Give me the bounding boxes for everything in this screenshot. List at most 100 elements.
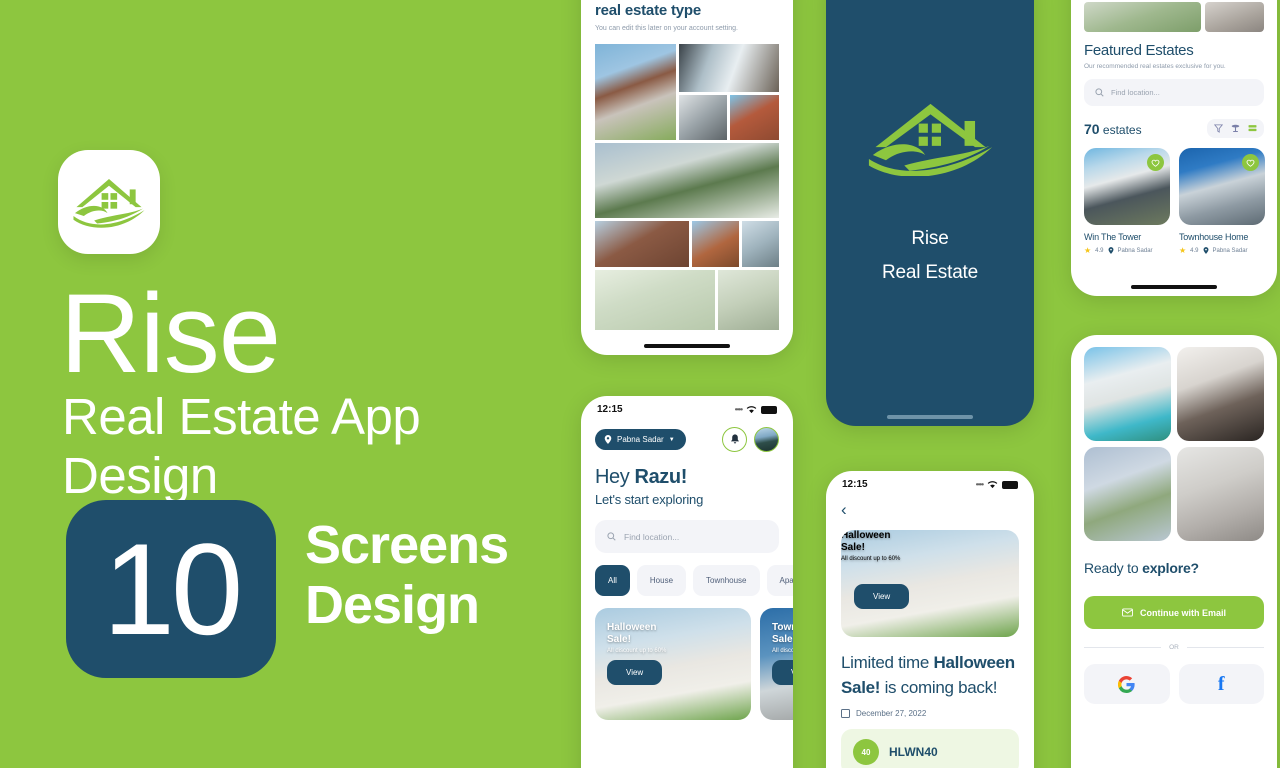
calendar-icon [841,709,850,719]
greeting-subtitle: Let's start exploring [595,492,704,507]
estate-count-label: estates [1099,122,1142,137]
phone-estate-type: real estate type You can edit this later… [581,0,793,355]
headline-pre: Limited time [841,653,934,672]
headline-post: is coming back! [880,677,998,697]
search-input[interactable]: Find location... [1084,79,1264,106]
promo-card[interactable]: Halloween Sale! All discount up to 60% Vi… [595,608,751,720]
featured-subtitle: Our recommended real estates exclusive f… [1084,63,1226,70]
greeting: Hey Razu! [595,466,779,489]
or-label: OR [1169,644,1179,651]
estate-card[interactable]: Townhouse Home ★ 4.9 Pabna Sadar [1179,148,1265,255]
promo-title: Halloween Sale! [607,622,657,645]
google-login-button[interactable] [1084,664,1170,704]
chip-all[interactable]: All [595,565,630,596]
screens-label-line2: Design [305,575,480,635]
estate-photo[interactable] [730,95,779,140]
estate-card[interactable]: Win The Tower ★ 4.9 Pabna Sadar [1084,148,1170,255]
banner-title: Halloween Sale! [841,530,891,553]
bell-icon [730,434,739,444]
header-photo [1205,2,1264,32]
notifications-button[interactable] [722,427,747,452]
banner-subtitle: All discount up to 60% [841,556,901,562]
promo-view-button[interactable]: View [607,660,663,685]
headline-bold2: Sale! [841,677,881,697]
social-login-row: f [1084,664,1264,704]
onboarding-photo [1084,447,1171,541]
hero-panel: Rise Real Estate App Design 10 Screens D… [0,0,560,768]
header-photo-strip [1084,2,1264,32]
avatar[interactable] [754,427,779,452]
screens-label-line1: Screens [305,515,509,575]
estate-location: Pabna Sadar [1117,247,1153,254]
facebook-login-button[interactable]: f [1178,664,1264,704]
estate-count-number: 70 [1084,120,1100,137]
estate-photo[interactable] [679,95,727,140]
promo-code: HLWN40 [889,745,938,760]
category-chips: All House Townhouse Apa [595,565,793,596]
promo-view-button[interactable]: View [772,660,793,685]
estate-name: Win The Tower [1084,232,1142,242]
promo-card[interactable]: TownSale! All discount up to 60% View [760,608,793,720]
app-logo-badge [58,150,160,254]
detail-date: December 27, 2022 [841,709,1019,719]
splash-text: Rise Real Estate [882,222,978,290]
continue-with-email-button[interactable]: Continue with Email [1084,596,1264,629]
estate-photo[interactable] [595,270,715,330]
grid-toggle-icon[interactable] [1248,124,1257,133]
promo-subtitle: All discount up to 60% [772,648,793,654]
estate-photo[interactable] [718,270,779,330]
promo-banner[interactable]: Halloween Sale! All discount up to 60% Vi… [841,530,1019,637]
signal-icon: •••• [734,405,743,414]
splash-line2: Real Estate [881,262,979,283]
search-placeholder: Find location... [624,531,680,542]
estate-type-photo-grid [595,44,779,330]
header-photo [1084,2,1202,32]
search-input[interactable]: Find location... [595,520,779,553]
email-button-label: Continue with Email [1139,607,1226,618]
onboarding-photo [1084,347,1171,441]
estate-meta: ★ 4.9 Pabna Sadar [1179,246,1265,255]
home-indicator [1131,285,1217,289]
estate-photo[interactable] [595,221,690,267]
banner-view-button[interactable]: View [854,584,910,609]
favorite-button[interactable] [1147,154,1164,171]
estate-count-row: 70 estates [1084,119,1264,138]
house-swoosh-logo-icon [868,103,992,176]
chip-townhouse[interactable]: Townhouse [693,565,760,596]
status-bar: 12:15 •••• [826,471,1034,492]
wifi-icon [987,481,998,489]
hero-title: Rise [60,271,281,396]
chip-apartment[interactable]: Apa [766,565,793,596]
chevron-down-icon: ▼ [668,436,675,443]
wifi-icon [746,406,757,414]
location-selector[interactable]: Pabna Sadar ▼ [595,429,686,450]
promo-code-box[interactable]: 40 HLWN40 [841,729,1019,768]
divider-line [1186,647,1264,648]
filter-icon[interactable] [1214,124,1223,133]
location-label: Pabna Sadar [617,435,664,444]
house-swoosh-logo-icon [73,179,145,228]
headline-bold: explore? [1142,560,1199,576]
screen-count-number: 10 [102,516,244,662]
estate-photo[interactable] [595,44,676,140]
home-indicator [887,415,973,419]
estate-photo[interactable] [595,143,779,218]
location-pin-icon [1108,247,1113,254]
headline-bold1: Halloween [933,653,1015,672]
favorite-button[interactable] [1242,154,1259,171]
sort-icon[interactable] [1231,124,1240,133]
phone-promo-detail: 12:15 •••• ‹ Halloween Sale! All discount… [826,471,1034,768]
estate-image [1084,148,1170,225]
splash-line1: Rise [911,227,949,249]
or-divider: OR [1084,644,1264,651]
back-button[interactable]: ‹ [841,501,1019,518]
estate-photo[interactable] [692,221,739,267]
promo-subtitle: All discount up to 60% [607,648,667,654]
home-indicator [644,344,730,348]
onboarding-photo [1177,347,1264,441]
estate-photo[interactable] [741,221,779,267]
estate-type-title: real estate type [595,2,702,19]
view-tools [1207,119,1264,138]
estate-photo[interactable] [679,44,779,92]
chip-house[interactable]: House [636,565,687,596]
